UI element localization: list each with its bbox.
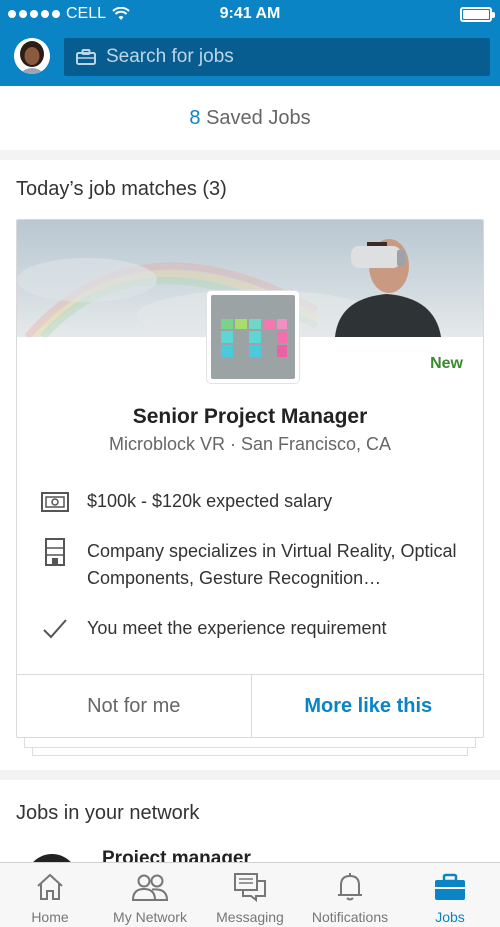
tab-label: Notifications: [311, 909, 389, 925]
tab-label: My Network: [113, 909, 187, 925]
saved-jobs-link[interactable]: 8 Saved Jobs: [0, 86, 500, 150]
building-icon: [41, 537, 69, 566]
insight-text: Company specializes in Virtual Reality, …: [87, 541, 457, 588]
avatar-image: [14, 38, 50, 74]
tab-label: Jobs: [435, 909, 465, 925]
insight-salary: $100k - $120k expected salary: [41, 488, 467, 515]
status-time: 9:41 AM: [219, 5, 281, 22]
battery-icon: [460, 7, 495, 22]
checkmark-icon: [41, 615, 69, 642]
salary-icon: [41, 488, 69, 515]
new-badge: New: [430, 355, 463, 372]
insight-text: You meet the experience requirement: [87, 618, 387, 638]
bottom-tab-bar: Home My Network Messaging Notifications …: [0, 862, 500, 927]
more-like-this-button[interactable]: More like this: [252, 675, 484, 737]
card-stack-shadow: [32, 748, 468, 756]
company-logo: [207, 291, 299, 383]
tab-label: Messaging: [216, 909, 284, 925]
job-matches-title: Today’s job matches (3): [16, 178, 227, 200]
tab-notifications[interactable]: Notifications: [300, 863, 400, 927]
jobs-in-network-section: Jobs in your network Project manager: [0, 780, 500, 870]
search-input[interactable]: Search for jobs: [64, 38, 490, 76]
home-icon: [0, 872, 100, 902]
insight-company: Company specializes in Virtual Reality, …: [41, 537, 467, 592]
card-stack-shadow: [24, 738, 476, 748]
tab-home[interactable]: Home: [0, 863, 100, 927]
briefcase-icon: [76, 49, 96, 65]
saved-jobs-count: 8: [189, 107, 201, 129]
network-icon: [100, 872, 200, 902]
insight-experience: You meet the experience requirement: [41, 615, 467, 642]
bell-icon: [300, 872, 400, 902]
job-match-card[interactable]: New Senior Project Manager Microblock VR…: [16, 219, 484, 738]
card-actions: Not for me More like this: [17, 674, 484, 737]
tab-my-network[interactable]: My Network: [100, 863, 200, 927]
insight-text: $100k - $120k expected salary: [87, 491, 333, 511]
tab-messaging[interactable]: Messaging: [200, 863, 300, 927]
not-for-me-button[interactable]: Not for me: [17, 675, 252, 737]
job-title[interactable]: Senior Project Manager: [17, 405, 483, 429]
status-bar: CELL 9:41 AM: [0, 0, 500, 28]
profile-avatar[interactable]: [14, 38, 50, 74]
top-nav-bar: Search for jobs: [0, 28, 500, 86]
messaging-icon: [200, 872, 300, 902]
saved-jobs-label: Saved Jobs: [206, 107, 311, 129]
search-placeholder: Search for jobs: [106, 46, 234, 67]
tab-label: Home: [31, 909, 69, 925]
tab-jobs[interactable]: Jobs: [400, 863, 500, 927]
company-location: Microblock VR · San Francisco, CA: [108, 434, 392, 454]
briefcase-icon: [400, 872, 500, 902]
jobs-in-network-title: Jobs in your network: [16, 802, 200, 824]
